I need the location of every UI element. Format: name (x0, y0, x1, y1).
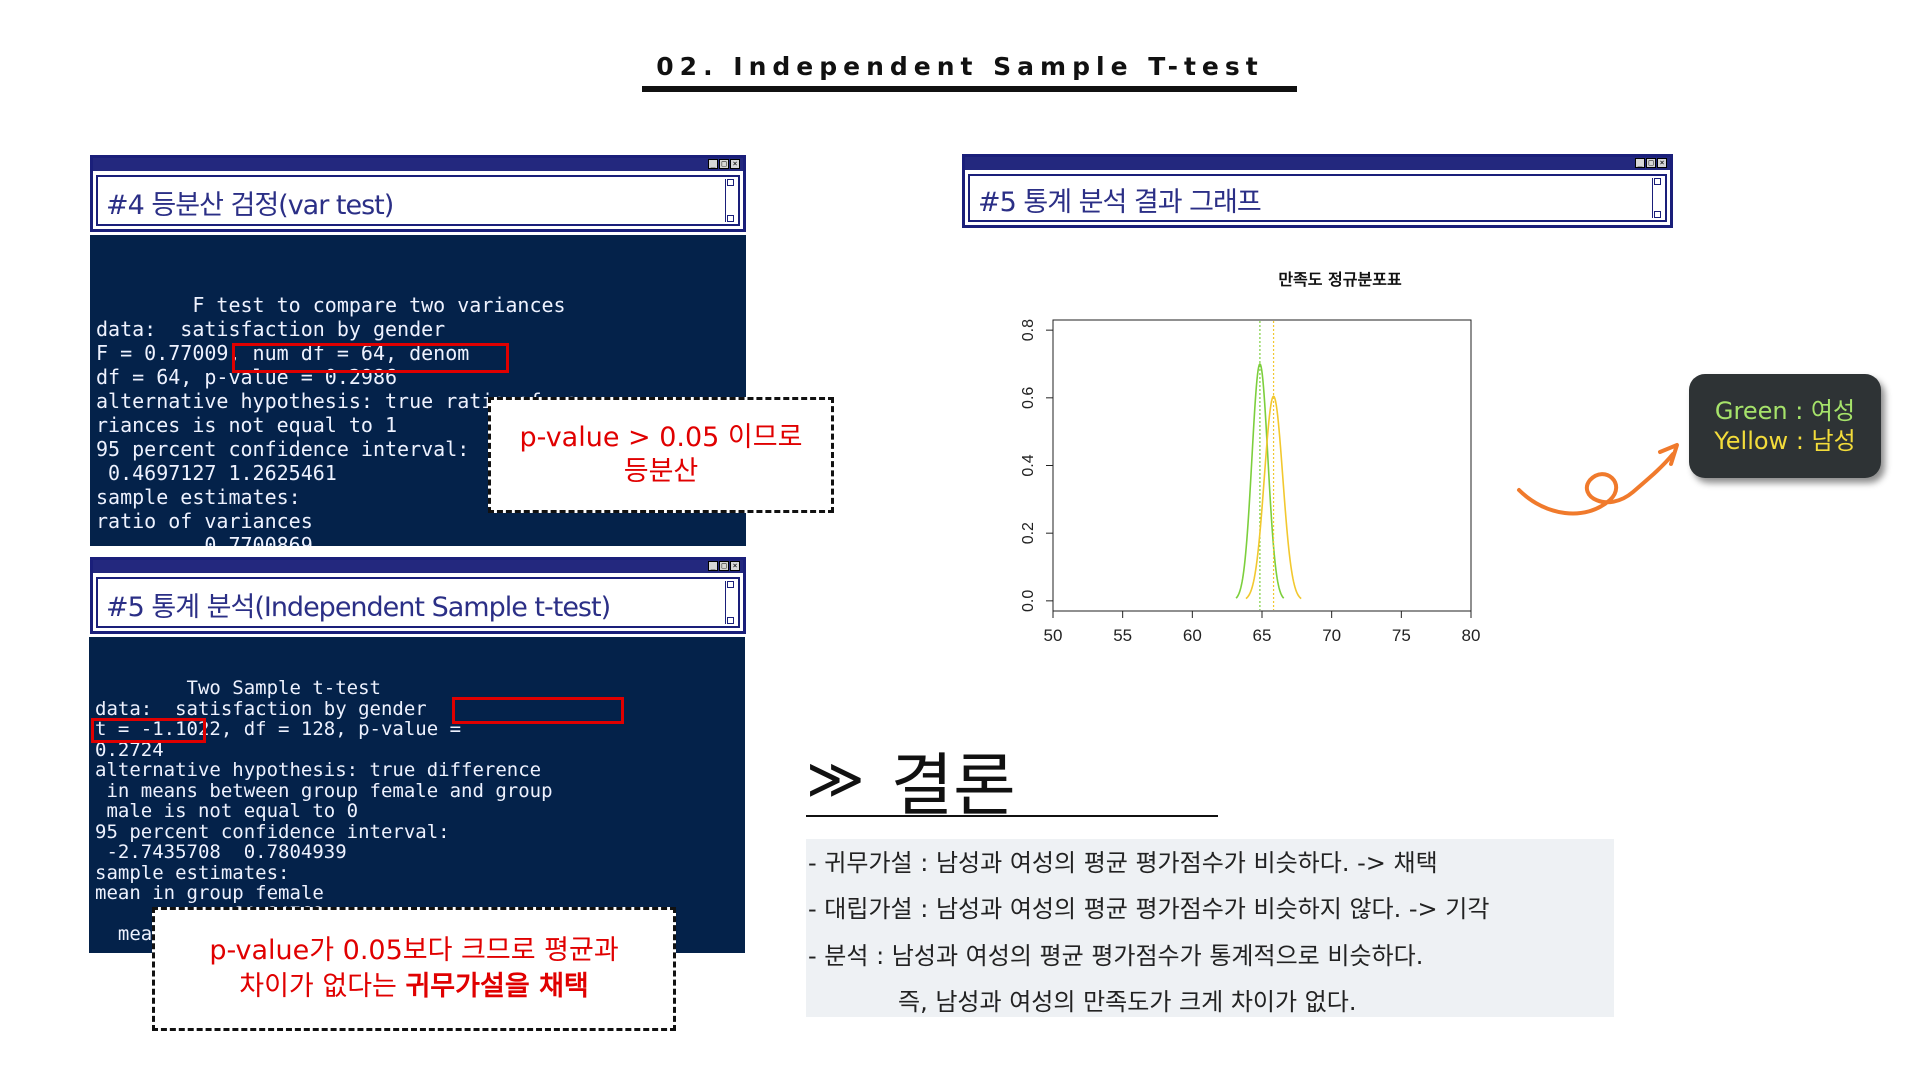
scrollbar[interactable] (1652, 178, 1663, 218)
close-button[interactable]: × (1657, 158, 1667, 168)
window-content: #4 등분산 검정(var test) (96, 175, 740, 226)
close-button[interactable]: × (730, 159, 740, 169)
maximize-button[interactable]: □ (1646, 158, 1656, 168)
page-title: 02. Independent Sample T-test (656, 52, 1264, 81)
console-line: sample estimates: (95, 861, 290, 884)
panel-label: #5 통계 분석 결과 그래프 (978, 187, 1262, 218)
t-test-callout: p-value가 0.05보다 크므로 평균과 차이가 없다는 귀무가설을 채택 (152, 907, 676, 1031)
graph-window: _ □ × #5 통계 분석 결과 그래프 (962, 154, 1673, 228)
x-tick-label: 55 (1113, 626, 1132, 645)
callout-line: 등분산 (623, 456, 699, 487)
p-value-highlight (91, 718, 206, 743)
console-line: male is not equal to 0 (95, 800, 359, 822)
scrollbar[interactable] (725, 581, 736, 624)
callout-emphasis: 귀무가설을 채택 (405, 971, 589, 1002)
panel-label: #5 통계 분석(Independent Sample t-test) (106, 592, 611, 623)
maximize-button[interactable]: □ (719, 159, 729, 169)
console-line: alternative hypothesis: true difference (95, 759, 542, 781)
console-line: data: satisfaction by gender (95, 697, 427, 720)
t-test-console: Two Sample t-test data: satisfaction by g… (89, 637, 745, 953)
window-titlebar: _ □ × (93, 158, 743, 171)
minimize-button[interactable]: _ (1635, 158, 1645, 168)
console-line: F test to compare two variances (96, 293, 566, 317)
p-value-highlight (452, 697, 624, 724)
console-line: Two Sample t-test (95, 677, 381, 699)
y-tick-label: 0.6 (1020, 387, 1037, 409)
conclusion-line: 즉, 남성과 여성의 만족도가 크게 차이가 없다. (898, 988, 1357, 1016)
window-titlebar: _ □ × (93, 560, 743, 573)
arrow-icon (1517, 443, 1679, 516)
callout-line: p-value가 0.05보다 크므로 평균과 (209, 935, 619, 966)
legend-green: Green : 여성 (1714, 397, 1856, 425)
t-test-window: _ □ × #5 통계 분석(Independent Sample t-test… (90, 557, 746, 634)
x-tick-label: 75 (1392, 626, 1411, 645)
double-chevron-icon: ≫ (806, 747, 865, 812)
var-test-window: _ □ × #4 등분산 검정(var test) (90, 155, 746, 232)
x-tick-label: 80 (1462, 626, 1481, 645)
console-line: 95 percent confidence interval: (95, 820, 450, 843)
callout-text: 차이가 없다는 (239, 971, 406, 1002)
conclusion-box: - 귀무가설 : 남성과 여성의 평균 평가점수가 비슷하다. -> 채택 - … (806, 839, 1614, 1017)
panel-label: #4 등분산 검정(var test) (106, 190, 394, 221)
conclusion-line: - 분석 : 남성과 여성의 평균 평가점수가 통계적으로 비슷하다. (808, 942, 1424, 970)
y-tick-label: 0.8 (1020, 319, 1037, 341)
conclusion-line: - 대립가설 : 남성과 여성의 평균 평가점수가 비슷하지 않다. -> 기각 (808, 895, 1490, 923)
scrollbar[interactable] (725, 179, 736, 222)
close-button[interactable]: × (730, 561, 740, 571)
minimize-button[interactable]: _ (708, 561, 718, 571)
maximize-button[interactable]: □ (719, 561, 729, 571)
x-tick-label: 70 (1322, 626, 1341, 645)
window-content: #5 통계 분석(Independent Sample t-test) (96, 577, 740, 628)
legend-yellow: Yellow : 남성 (1714, 427, 1856, 455)
x-tick-label: 50 (1044, 626, 1063, 645)
y-tick-label: 0.2 (1020, 522, 1037, 544)
window-content: #5 통계 분석 결과 그래프 (968, 174, 1667, 222)
console-line: -2.7435708 0.7804939 (95, 841, 347, 863)
var-test-callout: p-value > 0.05 이므로 등분산 (488, 397, 834, 513)
console-line: mean in group female (95, 882, 324, 904)
y-tick-label: 0.0 (1020, 590, 1037, 612)
conclusion-divider (806, 815, 1218, 817)
p-value-highlight (232, 343, 509, 373)
console-line: 0.7700869 (96, 533, 313, 546)
title-divider (642, 86, 1297, 92)
legend-note: Green : 여성 Yellow : 남성 (1689, 374, 1881, 478)
x-tick-label: 65 (1253, 626, 1272, 645)
x-tick-label: 60 (1183, 626, 1202, 645)
y-tick-label: 0.4 (1020, 454, 1037, 476)
console-line: in means between group female and group (95, 779, 553, 802)
plot-frame (1052, 319, 1472, 612)
callout-line: p-value > 0.05 이므로 (519, 422, 803, 453)
conclusion-line: - 귀무가설 : 남성과 여성의 평균 평가점수가 비슷하다. -> 채택 (808, 849, 1438, 877)
minimize-button[interactable]: _ (708, 159, 718, 169)
console-line: data: satisfaction by gender (96, 317, 446, 341)
callout-line: 차이가 없다는 귀무가설을 채택 (239, 969, 589, 1005)
chart-title: 만족도 정규분포표 (1278, 270, 1402, 289)
window-titlebar: _ □ × (965, 157, 1670, 170)
